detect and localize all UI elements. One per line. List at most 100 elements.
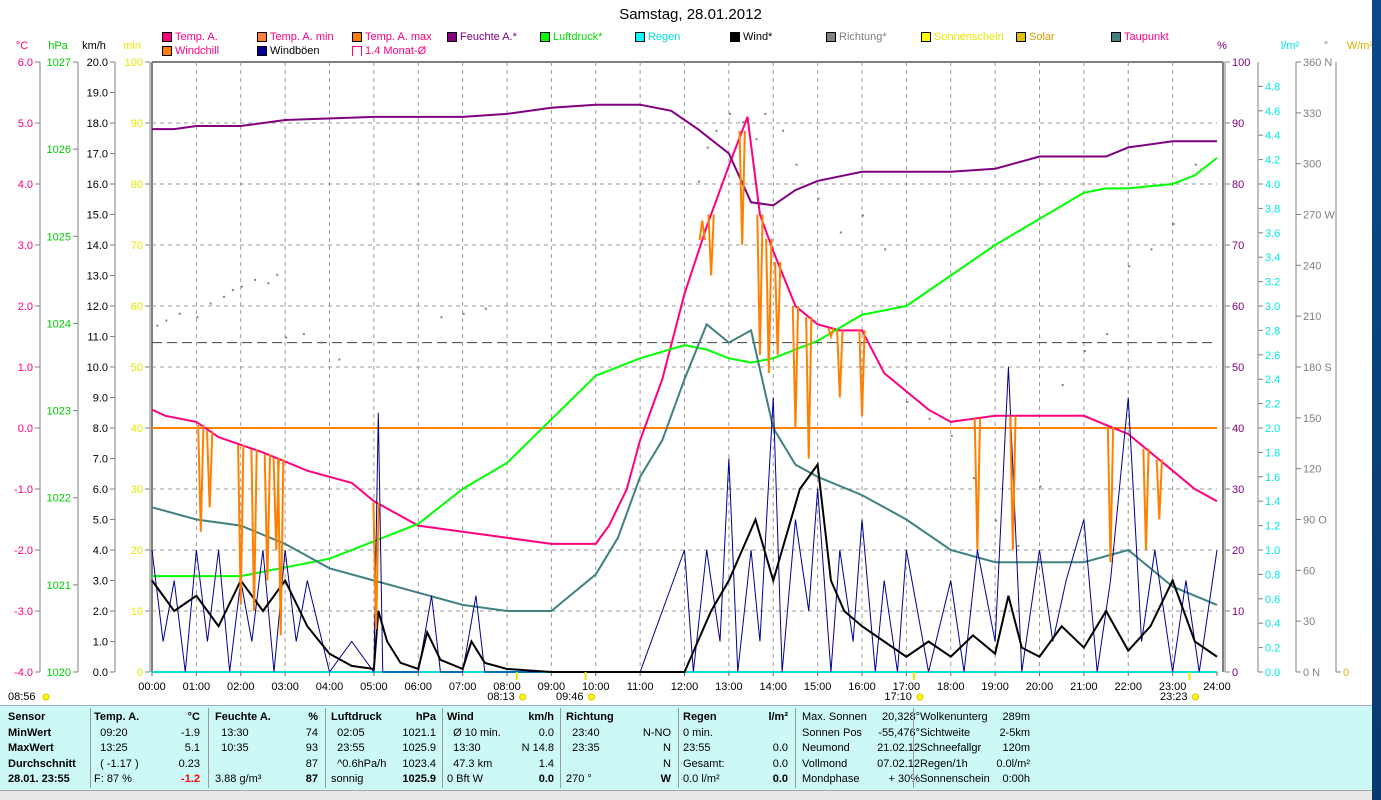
axis-tick-label: 90 O bbox=[1303, 515, 1327, 527]
cell: 28.01. 23:55 bbox=[8, 773, 70, 785]
cell: Wind bbox=[447, 711, 474, 723]
marker-time: 08:13 bbox=[487, 691, 515, 703]
cell-value: 87 bbox=[305, 773, 318, 785]
cell: 23:55 bbox=[683, 742, 711, 754]
cell: Regen/1h bbox=[920, 757, 968, 770]
table-row: Wolkenunterg 289m bbox=[920, 710, 1030, 726]
axis-tick-label: 80 bbox=[1232, 179, 1244, 191]
column-divider bbox=[325, 708, 326, 788]
cell-value: 20,328° bbox=[881, 711, 920, 723]
table-row: MaxWert bbox=[8, 741, 88, 757]
marker-time: 08:56 bbox=[8, 691, 36, 703]
hum-column: Feuchte A.% 13:30 74 10:35 93 87 3.88 g/m³ 8… bbox=[215, 710, 318, 788]
direction-point bbox=[972, 477, 975, 480]
axis-tick-label: 1.0 bbox=[93, 637, 108, 649]
x-tick-label: 21:00 bbox=[1070, 681, 1098, 693]
axis-tick-label: 2.8 bbox=[1265, 325, 1280, 337]
axis-tick-label: 330 bbox=[1303, 108, 1321, 120]
direction-point bbox=[755, 138, 758, 141]
summary-panel: Sensor MinWert MaxWert Durchschnitt 28.01. 2… bbox=[0, 705, 1372, 790]
table-row: F: 87 % -1.2 bbox=[94, 772, 200, 788]
direction-point bbox=[1039, 485, 1042, 488]
windchill-spike bbox=[277, 459, 285, 636]
windchill-spike bbox=[836, 330, 844, 398]
direction-point bbox=[995, 519, 998, 522]
cell: Sensor bbox=[8, 711, 46, 723]
direction-point bbox=[484, 307, 487, 310]
x-tick-label: 06:00 bbox=[404, 681, 432, 693]
windchill-spike bbox=[197, 424, 205, 532]
axis-tick-label: 3.0 bbox=[93, 576, 108, 588]
direction-point bbox=[862, 214, 864, 217]
cell: 13:25 bbox=[94, 742, 128, 754]
x-tick-label: 07:00 bbox=[449, 681, 477, 693]
direction-point bbox=[950, 434, 953, 437]
cell: Schneefallgr bbox=[920, 742, 982, 754]
table-row: 3.88 g/m³ 87 bbox=[215, 772, 318, 788]
direction-point bbox=[196, 316, 199, 319]
axis-tick-label: 1.6 bbox=[1265, 472, 1280, 484]
table-row: Sensor bbox=[8, 710, 88, 726]
axis-tick-label: 0.6 bbox=[1265, 594, 1280, 606]
table-row: Vollmond 07.02.12 bbox=[802, 757, 920, 773]
axis-tick-label: 40 bbox=[1232, 423, 1244, 435]
windchill-spike bbox=[1142, 448, 1150, 551]
x-tick-label: 12:00 bbox=[671, 681, 699, 693]
cell: MinWert bbox=[8, 726, 52, 739]
direction-point bbox=[697, 180, 700, 183]
axis-tick-label: 1.4 bbox=[1265, 496, 1280, 508]
press-column: Luftdruck hPa 02:05 1021.1 23:55 1025.9 ^0.… bbox=[331, 710, 436, 788]
x-tick-label: 14:00 bbox=[759, 681, 787, 693]
table-row: Wind km/h bbox=[447, 710, 554, 726]
marker-time: 23:23 bbox=[1160, 691, 1188, 703]
axis-tick-label: 20 bbox=[131, 545, 143, 557]
axis-unit-lm2: l/m² bbox=[1281, 40, 1300, 52]
axis-tick-label: 6.0 bbox=[93, 484, 108, 496]
cell-value: N bbox=[663, 757, 671, 770]
axis-tick-label: -3.0 bbox=[14, 606, 33, 618]
axis-tick-label: 4.0 bbox=[93, 545, 108, 557]
direction-point bbox=[285, 336, 288, 339]
moonrise-icon bbox=[588, 693, 596, 701]
cell: 0 min. bbox=[683, 726, 713, 739]
axis-tick-label: 10 bbox=[131, 606, 143, 618]
direction-point bbox=[240, 285, 243, 288]
axis-unit-pct: % bbox=[1217, 40, 1227, 52]
direction-point bbox=[231, 289, 234, 292]
axis-tick-label: 0.0 bbox=[18, 423, 33, 435]
column-divider bbox=[795, 708, 796, 788]
table-row: 02:05 1021.1 bbox=[331, 726, 436, 742]
weather-chart: 00:00 01:00 02:00 03:00 04:00 05:00 06:00 07:00… bbox=[8, 40, 1372, 703]
direction-point bbox=[320, 341, 323, 344]
table-row: Sichtweite 2-5km bbox=[920, 726, 1030, 742]
table-row: Max. Sonnen 20,328° bbox=[802, 710, 920, 726]
direction-point bbox=[267, 282, 270, 285]
cell-value: 1025.9 bbox=[402, 742, 436, 754]
cell: Neumond bbox=[802, 742, 850, 754]
windchill-spike bbox=[756, 214, 764, 355]
x-tick-label: 18:00 bbox=[937, 681, 965, 693]
window-edge bbox=[1372, 0, 1381, 800]
axis-tick-label: 120 bbox=[1303, 464, 1321, 476]
axis-tick-label: 17.0 bbox=[87, 149, 108, 161]
table-row: Regen l/m² bbox=[683, 710, 788, 726]
direction-point bbox=[928, 417, 931, 420]
cell-value: 0.0 bbox=[772, 742, 788, 754]
axis-tick-label: 270 W bbox=[1303, 210, 1335, 222]
axis-tick-label: 1024 bbox=[47, 318, 71, 330]
rain-column: Regen l/m² 0 min. 23:55 0.0 Gesamt: 0.0 0.0 l/m… bbox=[683, 710, 788, 788]
axis-tick-label: 30 bbox=[1232, 484, 1244, 496]
cell: ( -1.17 ) bbox=[94, 757, 139, 770]
direction-point bbox=[764, 112, 767, 115]
cell-value: + 30% bbox=[888, 773, 921, 785]
axis-tick-label: 1027 bbox=[47, 57, 71, 69]
axis-tick-label: 5.0 bbox=[93, 515, 108, 527]
cell-value: 0.23 bbox=[178, 757, 200, 770]
windchill-spike bbox=[263, 454, 272, 581]
table-row: 13:30 N 14.8 bbox=[447, 741, 554, 757]
cell: Richtung bbox=[566, 711, 614, 723]
axis-tick-label: 5.0 bbox=[18, 118, 33, 130]
table-row: 13:25 5.1 bbox=[94, 741, 200, 757]
axis-tick-label: 2.0 bbox=[1265, 423, 1280, 435]
axis-tick-label: -2.0 bbox=[14, 545, 33, 557]
